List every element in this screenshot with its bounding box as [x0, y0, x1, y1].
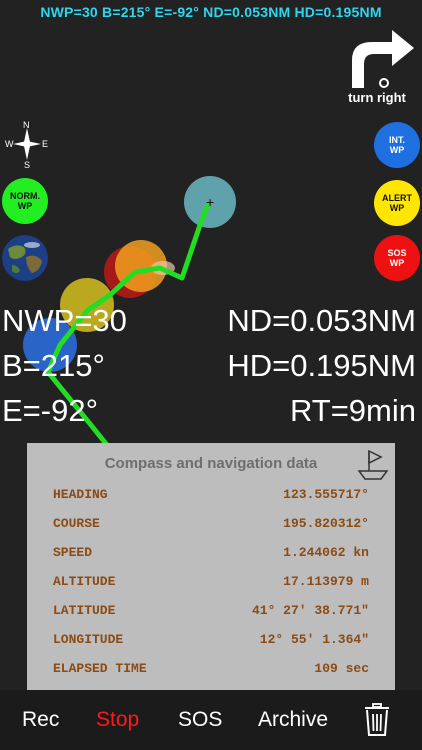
- tab-archive[interactable]: Archive: [258, 708, 328, 732]
- turn-label: turn right: [348, 90, 406, 105]
- globe-map-icon[interactable]: [2, 235, 48, 281]
- tab-sos[interactable]: SOS: [178, 708, 222, 732]
- row-label: HEADING: [53, 487, 108, 502]
- remaining-time-readout: RT=9min: [289, 393, 416, 428]
- target-crosshair: +: [206, 194, 214, 210]
- bottom-tab-bar: Rec Stop SOS Archive: [0, 690, 422, 750]
- data-row-altitude: ALTITUDE 17.113979 m: [53, 574, 369, 594]
- row-label: LATITUDE: [53, 603, 116, 618]
- home-distance-readout: HD=0.195NM: [227, 348, 416, 383]
- boat-icon[interactable]: [357, 447, 389, 481]
- data-row-heading: HEADING 123.555717°: [53, 487, 369, 507]
- next-waypoint-readout: NWP=30: [2, 303, 127, 338]
- row-value: 109 sec: [314, 661, 369, 676]
- data-row-elapsed-time: ELAPSED TIME 109 sec: [53, 661, 369, 681]
- turn-right-arrow-icon: [352, 30, 414, 88]
- row-label: ELAPSED TIME: [53, 661, 147, 676]
- error-readout: E=-92°: [2, 393, 98, 428]
- bearing-readout: B=215°: [2, 348, 105, 383]
- row-label: LONGITUDE: [53, 632, 124, 647]
- panel-title: Compass and navigation data: [104, 455, 318, 472]
- row-label: ALTITUDE: [53, 574, 116, 589]
- navigation-data-panel: Compass and navigation data HEADING 123.…: [27, 443, 395, 690]
- compass-e: E: [42, 139, 48, 149]
- compass-w: W: [5, 139, 14, 149]
- data-row-latitude: LATITUDE 41° 27' 38.771": [53, 603, 369, 623]
- row-value: 195.820312°: [283, 516, 369, 531]
- data-row-course: COURSE 195.820312°: [53, 516, 369, 536]
- row-value: 12° 55' 1.364": [259, 632, 369, 647]
- normal-waypoint-button[interactable]: NORM. WP: [2, 178, 48, 224]
- row-value: 123.555717°: [283, 487, 369, 502]
- data-row-longitude: LONGITUDE 12° 55' 1.364": [53, 632, 369, 652]
- row-value: 1.244062 kn: [283, 545, 369, 560]
- compass-rose-icon: N S E W: [5, 120, 48, 168]
- tab-rec[interactable]: Rec: [22, 708, 59, 732]
- tab-stop[interactable]: Stop: [96, 708, 139, 732]
- sos-waypoint-button[interactable]: SOS WP: [374, 235, 420, 281]
- compass-s: S: [24, 160, 30, 168]
- compass-n: N: [23, 120, 30, 130]
- intermediate-waypoint-button[interactable]: INT. WP: [374, 122, 420, 168]
- next-distance-readout: ND=0.053NM: [227, 303, 416, 338]
- trash-icon[interactable]: [364, 703, 390, 737]
- row-label: COURSE: [53, 516, 100, 531]
- row-value: 17.113979 m: [283, 574, 369, 589]
- alert-waypoint-button[interactable]: ALERT WP: [374, 180, 420, 226]
- data-row-speed: SPEED 1.244062 kn: [53, 545, 369, 565]
- row-value: 41° 27' 38.771": [251, 603, 369, 618]
- row-label: SPEED: [53, 545, 93, 560]
- status-line: NWP=30 B=215° E=-92° ND=0.053NM HD=0.195…: [40, 4, 382, 20]
